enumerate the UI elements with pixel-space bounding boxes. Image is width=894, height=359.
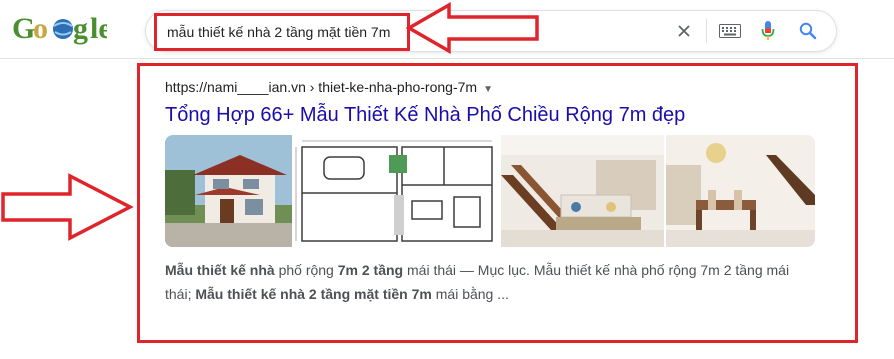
svg-text:g: g [73, 12, 88, 45]
google-logo[interactable]: G o g le [12, 10, 107, 46]
result-snippet: Mẫu thiết kế nhà phố rộng 7m 2 tầng mái … [165, 258, 825, 306]
snippet-text: thái; [165, 286, 196, 302]
annotation-arrow-left [405, 2, 539, 54]
thumbnail-living-room[interactable] [501, 135, 664, 247]
dropdown-triangle-icon[interactable]: ▼ [483, 84, 493, 95]
microphone-icon[interactable] [758, 20, 778, 42]
image-thumbnail-strip [165, 135, 815, 247]
search-divider [706, 19, 707, 43]
snippet-text: mái thái — Mục lục. Mẫu thiết kế nhà phố… [403, 262, 790, 278]
search-header: G o g le mẫu thiết kế nhà 2 tầng mặt tiề… [0, 0, 894, 59]
annotation-arrow-right [1, 173, 134, 241]
result-title-link[interactable]: Tổng Hợp 66+ Mẫu Thiết Kế Nhà Phố Chiều … [165, 104, 685, 127]
thumbnail-floor-plan[interactable] [294, 135, 499, 247]
snippet-bold: Mẫu thiết kế nhà 2 tầng mặt tiền 7m [195, 286, 432, 302]
snippet-text: phố rộng [274, 262, 338, 278]
svg-text:le: le [90, 12, 107, 45]
thumbnail-dining-room[interactable] [666, 135, 815, 247]
svg-text:G: G [12, 12, 35, 45]
snippet-bold: Mẫu thiết kế nhà [165, 262, 275, 278]
thumbnail-house-exterior[interactable] [165, 135, 292, 247]
query-highlight: mẫu thiết kế nhà 2 tầng mặt tiền 7m [154, 13, 410, 51]
snippet-text: mái bằng ... [431, 286, 509, 302]
search-input[interactable]: mẫu thiết kế nhà 2 tầng mặt tiền 7m [167, 24, 390, 40]
keyboard-icon[interactable] [718, 20, 742, 42]
search-icon[interactable] [798, 20, 818, 42]
result-url-text: https://nami____ian.vn › thiet-ke-nha-ph… [165, 79, 478, 95]
svg-text:o: o [33, 12, 48, 45]
snippet-bold: 7m 2 tầng [337, 262, 404, 278]
close-icon[interactable] [674, 20, 694, 42]
result-url[interactable]: https://nami____ian.vn › thiet-ke-nha-ph… [165, 79, 493, 95]
